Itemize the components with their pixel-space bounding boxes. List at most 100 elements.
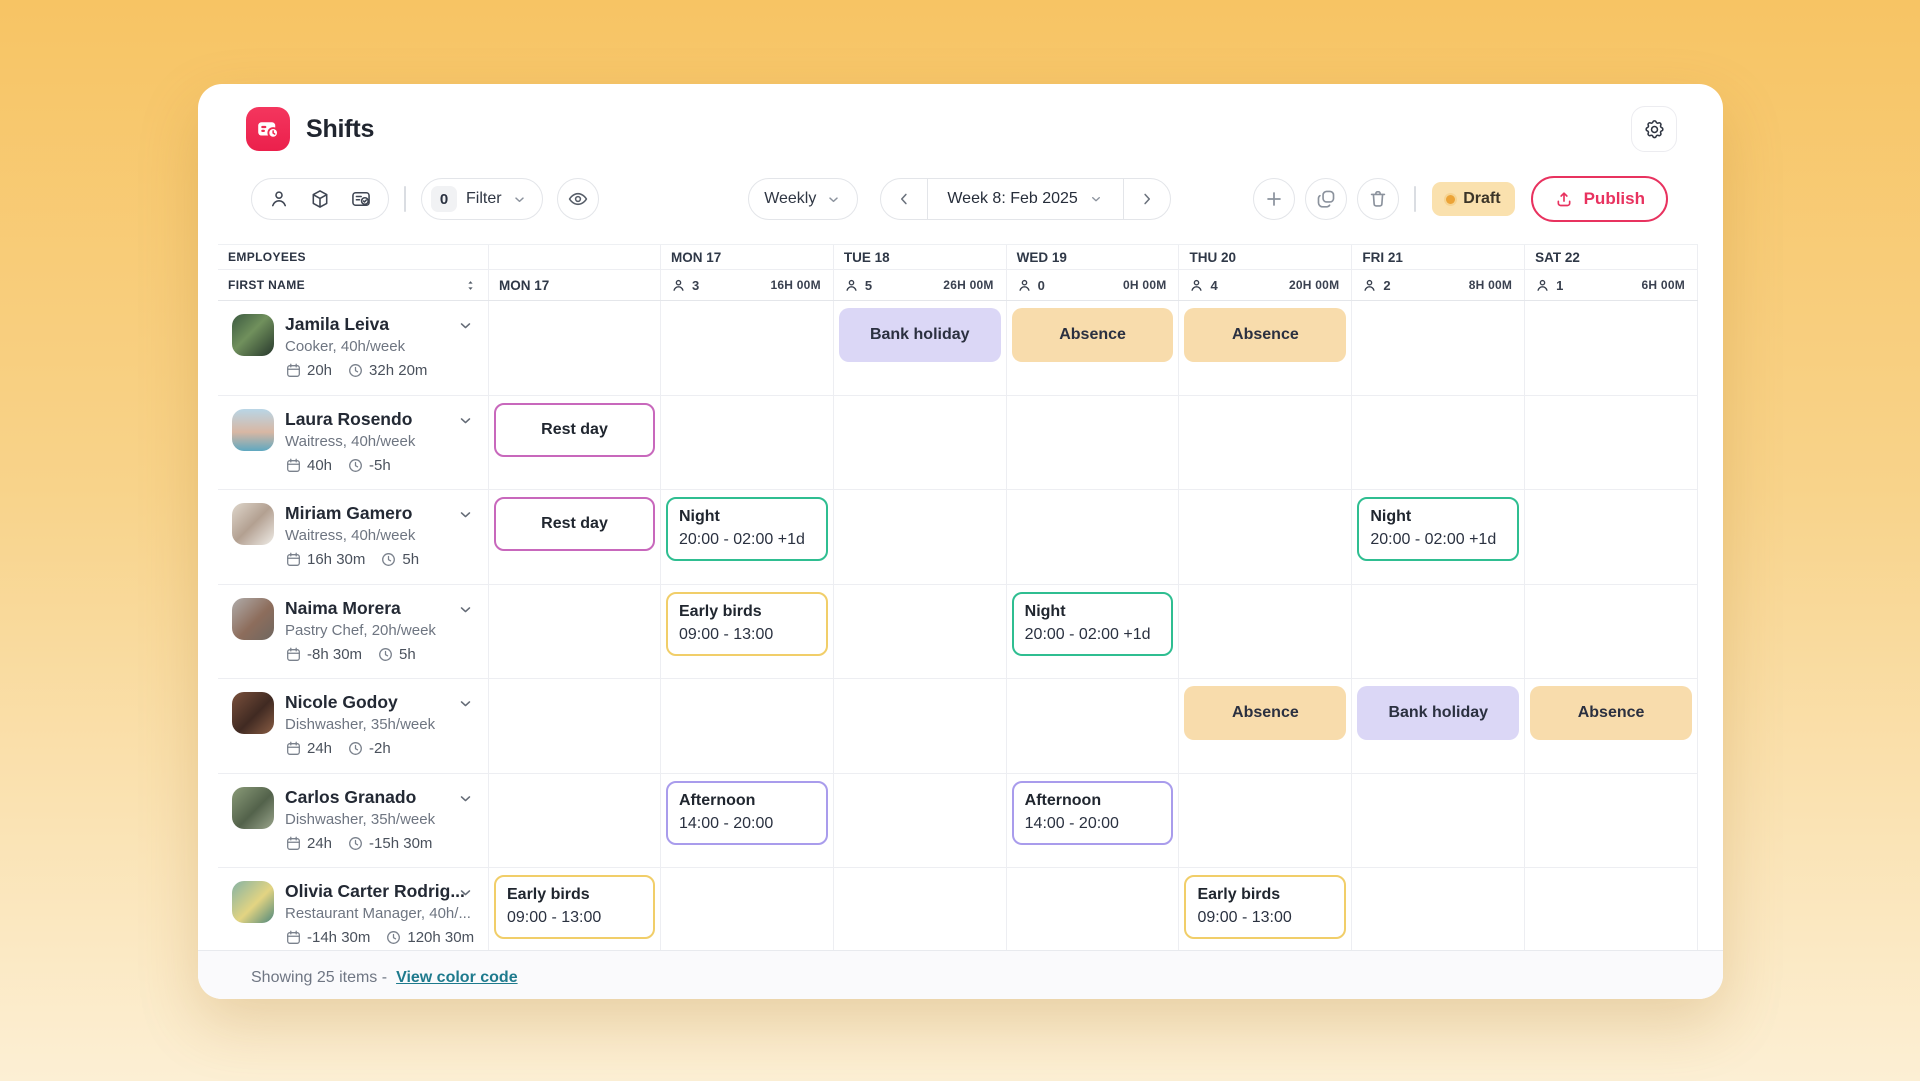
schedule-cell[interactable]: Early birds 09:00 - 13:00 <box>661 585 834 679</box>
plus-icon <box>1263 188 1285 210</box>
schedule-cell[interactable] <box>489 774 661 868</box>
schedule-cell[interactable] <box>1525 868 1698 950</box>
schedule-cell[interactable] <box>834 774 1007 868</box>
shift-chip-early[interactable]: Early birds 09:00 - 13:00 <box>1184 875 1346 939</box>
schedule-cell[interactable] <box>834 868 1007 950</box>
schedule-cell[interactable] <box>834 679 1007 773</box>
shift-chip-early[interactable]: Early birds 09:00 - 13:00 <box>666 592 828 656</box>
schedule-cell[interactable] <box>1352 868 1525 950</box>
schedule-cell[interactable]: Absence <box>1179 301 1352 395</box>
employee-cell[interactable]: Carlos Granado Dishwasher, 35h/week 24h … <box>218 774 489 868</box>
schedule-cell[interactable] <box>1352 301 1525 395</box>
schedule-cell[interactable]: Rest day <box>489 490 661 584</box>
shift-chip-bank-holiday[interactable]: Bank holiday <box>1357 686 1519 740</box>
shift-chip-afternoon[interactable]: Afternoon 14:00 - 20:00 <box>1012 781 1174 845</box>
schedule-cell[interactable] <box>1179 396 1352 490</box>
schedule-cell[interactable] <box>1007 490 1180 584</box>
schedule-cell[interactable] <box>661 868 834 950</box>
shift-chip-absence[interactable]: Absence <box>1184 686 1346 740</box>
previous-week-button[interactable] <box>881 179 927 219</box>
shift-chip-rest-day[interactable]: Rest day <box>494 403 655 457</box>
employee-cell[interactable]: Laura Rosendo Waitress, 40h/week 40h -5h <box>218 396 489 490</box>
rows-viewport[interactable]: Jamila Leiva Cooker, 40h/week 20h 32h 20… <box>218 301 1698 950</box>
schedule-cell[interactable] <box>1525 585 1698 679</box>
scheduled-hours: -14h 30m <box>307 929 370 946</box>
products-filter-button[interactable] <box>309 188 331 210</box>
view-color-code-link[interactable]: View color code <box>396 969 518 987</box>
schedule-cell[interactable] <box>834 490 1007 584</box>
schedule-cell[interactable]: Night 20:00 - 02:00 +1d <box>1352 490 1525 584</box>
employee-cell[interactable]: Jamila Leiva Cooker, 40h/week 20h 32h 20… <box>218 301 489 395</box>
settings-button[interactable] <box>1631 106 1677 152</box>
shift-chip-afternoon[interactable]: Afternoon 14:00 - 20:00 <box>666 781 828 845</box>
delete-button[interactable] <box>1357 178 1399 220</box>
schedule-cell[interactable] <box>1525 396 1698 490</box>
shift-chip-bank-holiday[interactable]: Bank holiday <box>839 308 1001 362</box>
employees-filter-button[interactable] <box>268 188 290 210</box>
schedule-cell[interactable] <box>489 585 661 679</box>
expand-employee-button[interactable] <box>456 883 475 902</box>
expand-employee-button[interactable] <box>456 505 475 524</box>
schedule-cell[interactable] <box>489 679 661 773</box>
schedule-cell[interactable]: Bank holiday <box>834 301 1007 395</box>
schedule-cell[interactable] <box>1525 490 1698 584</box>
schedule-cell[interactable] <box>661 301 834 395</box>
shift-chip-night[interactable]: Night 20:00 - 02:00 +1d <box>666 497 828 561</box>
schedule-cell[interactable]: Afternoon 14:00 - 20:00 <box>661 774 834 868</box>
schedule-cell[interactable] <box>661 396 834 490</box>
visibility-button[interactable] <box>557 178 599 220</box>
first-name-header-cell[interactable]: FIRST NAME <box>218 270 489 300</box>
schedule-cell[interactable]: Rest day <box>489 396 661 490</box>
publish-button[interactable]: Publish <box>1531 176 1668 222</box>
shift-chip-night[interactable]: Night 20:00 - 02:00 +1d <box>1012 592 1174 656</box>
add-shift-button[interactable] <box>1253 178 1295 220</box>
expand-employee-button[interactable] <box>456 694 475 713</box>
schedule-cell[interactable] <box>1352 396 1525 490</box>
schedule-cell[interactable] <box>1179 490 1352 584</box>
schedule-cell[interactable] <box>1525 301 1698 395</box>
week-select[interactable]: Week 8: Feb 2025 <box>927 179 1123 219</box>
schedule-cell[interactable]: Early birds 09:00 - 13:00 <box>1179 868 1352 950</box>
schedule-cell[interactable]: Night 20:00 - 02:00 +1d <box>661 490 834 584</box>
next-week-button[interactable] <box>1124 179 1170 219</box>
schedule-cell[interactable]: Absence <box>1179 679 1352 773</box>
person-icon <box>1189 278 1204 293</box>
schedule-cell[interactable] <box>1352 585 1525 679</box>
shift-chip-absence[interactable]: Absence <box>1012 308 1174 362</box>
shift-chip-night[interactable]: Night 20:00 - 02:00 +1d <box>1357 497 1519 561</box>
schedule-cell[interactable] <box>1179 774 1352 868</box>
schedule-cell[interactable]: Early birds 09:00 - 13:00 <box>489 868 661 950</box>
expand-employee-button[interactable] <box>456 789 475 808</box>
schedule-cell[interactable]: Absence <box>1007 301 1180 395</box>
schedule-cell[interactable] <box>1352 774 1525 868</box>
schedule-cell[interactable]: Bank holiday <box>1352 679 1525 773</box>
filter-button[interactable]: 0 Filter <box>421 178 543 220</box>
duplicate-button[interactable] <box>1305 178 1347 220</box>
schedule-cell[interactable] <box>1007 396 1180 490</box>
expand-employee-button[interactable] <box>456 600 475 619</box>
schedule-cell[interactable]: Afternoon 14:00 - 20:00 <box>1007 774 1180 868</box>
schedule-cell[interactable] <box>1179 585 1352 679</box>
schedule-cell[interactable] <box>1007 868 1180 950</box>
view-mode-select[interactable]: Weekly <box>748 178 858 220</box>
sort-icon[interactable] <box>463 278 478 293</box>
schedule-cell[interactable] <box>1007 679 1180 773</box>
schedule-cell[interactable] <box>489 301 661 395</box>
shift-chip-rest-day[interactable]: Rest day <box>494 497 655 551</box>
shift-chip-early[interactable]: Early birds 09:00 - 13:00 <box>494 875 655 939</box>
shifts-filter-button[interactable] <box>350 188 372 210</box>
employee-cell[interactable]: Olivia Carter Rodrig... Restaurant Manag… <box>218 868 489 950</box>
employee-cell[interactable]: Miriam Gamero Waitress, 40h/week 16h 30m… <box>218 490 489 584</box>
shift-chip-absence[interactable]: Absence <box>1530 686 1692 740</box>
schedule-cell[interactable] <box>834 396 1007 490</box>
schedule-cell[interactable]: Night 20:00 - 02:00 +1d <box>1007 585 1180 679</box>
expand-employee-button[interactable] <box>456 411 475 430</box>
employee-cell[interactable]: Nicole Godoy Dishwasher, 35h/week 24h -2… <box>218 679 489 773</box>
schedule-cell[interactable]: Absence <box>1525 679 1698 773</box>
employee-cell[interactable]: Naima Morera Pastry Chef, 20h/week -8h 3… <box>218 585 489 679</box>
shift-chip-absence[interactable]: Absence <box>1184 308 1346 362</box>
schedule-cell[interactable] <box>661 679 834 773</box>
schedule-cell[interactable] <box>1525 774 1698 868</box>
schedule-cell[interactable] <box>834 585 1007 679</box>
expand-employee-button[interactable] <box>456 316 475 335</box>
